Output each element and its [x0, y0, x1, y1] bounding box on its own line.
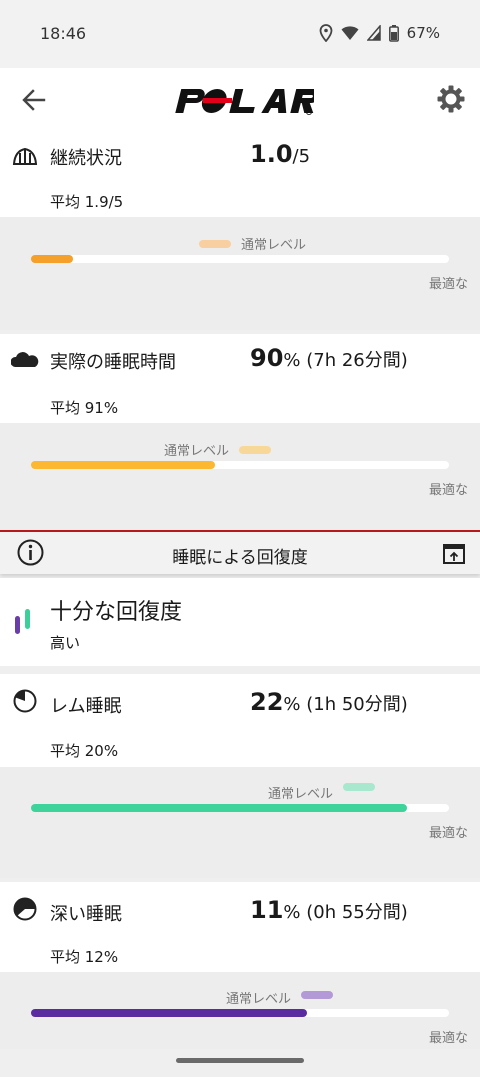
rem-sleep-normal-level: 通常レベル	[268, 782, 376, 802]
status-bar: 18:46 67%	[0, 0, 480, 68]
actual-sleep-normal-level: 通常レベル	[164, 440, 272, 459]
share-icon[interactable]	[443, 544, 465, 564]
actual-sleep-value-main: 90	[250, 344, 284, 372]
actual-sleep-title: 実際の睡眠時間	[50, 352, 176, 373]
sleep-recovery-header: 睡眠による回復度	[0, 532, 480, 574]
continuity-value-suffix: /5	[292, 146, 311, 167]
deep-sleep-normal-level: 通常レベル	[226, 988, 334, 1007]
app-bar	[0, 68, 480, 132]
continuity-value-main: 1.0	[250, 140, 293, 168]
actual-sleep-gauge: 通常レベル 最適な	[0, 423, 480, 530]
battery-icon	[388, 24, 399, 42]
continuity-average: 平均 1.9/5	[50, 193, 124, 211]
signal-icon	[366, 25, 381, 41]
rem-sleep-value-main: 22	[250, 688, 284, 716]
deep-sleep-value: 11% (0h 55分間)	[250, 896, 408, 924]
continuity-fill	[31, 255, 73, 263]
continuity-gauge: 通常レベル 最適な	[0, 217, 480, 330]
status-time: 18:46	[40, 24, 87, 43]
deep-sleep-gauge: 通常レベル 最適な	[0, 972, 480, 1049]
normal-level-marker	[343, 782, 376, 791]
normal-level-marker	[239, 445, 272, 454]
actual-sleep-fill	[31, 461, 215, 469]
continuity-icon	[12, 147, 38, 165]
recovery-title: 十分な回復度	[50, 600, 183, 625]
wifi-icon	[341, 26, 359, 40]
deep-sleep-track	[31, 1009, 449, 1017]
rem-sleep-value: 22% (1h 50分間)	[250, 688, 408, 716]
continuity-normal-level: 通常レベル	[199, 234, 306, 253]
actual-sleep-average: 平均 91%	[50, 399, 119, 417]
polar-logo	[175, 89, 314, 115]
rem-sleep-icon	[13, 689, 37, 713]
gesture-nav-handle[interactable]	[176, 1058, 304, 1063]
deep-sleep-fill	[31, 1009, 307, 1017]
rem-sleep-fill	[31, 804, 408, 812]
rem-sleep-average: 平均 20%	[50, 742, 119, 760]
actual-sleep-track	[31, 461, 449, 469]
continuity-value: 1.0/5	[250, 140, 310, 168]
deep-sleep-icon	[13, 897, 37, 921]
normal-level-marker	[301, 990, 334, 999]
rem-sleep-title: レム睡眠	[50, 696, 122, 717]
deep-sleep-value-main: 11	[250, 896, 284, 924]
sleep-recovery-title: 睡眠による回復度	[172, 548, 308, 568]
back-arrow-icon[interactable]	[20, 86, 48, 114]
rem-sleep-optimal: 最適な	[428, 826, 468, 841]
continuity-title: 継続状況	[50, 148, 122, 169]
cloud-icon	[11, 352, 39, 367]
recovery-status-icon	[15, 609, 30, 634]
continuity-track	[31, 255, 449, 263]
location-icon	[319, 24, 333, 42]
battery-percent: 67%	[406, 24, 440, 42]
deep-sleep-card: 深い睡眠 11% (0h 55分間) 平均 12%	[0, 882, 480, 972]
actual-sleep-card: 実際の睡眠時間 90% (7h 26分間) 平均 91%	[0, 334, 480, 423]
continuity-optimal: 最適な	[428, 277, 468, 292]
actual-sleep-optimal: 最適な	[428, 483, 468, 498]
deep-sleep-title: 深い睡眠	[50, 904, 122, 925]
actual-sleep-value: 90% (7h 26分間)	[250, 344, 408, 372]
recovery-bar-green	[25, 609, 30, 629]
rem-sleep-track	[31, 804, 449, 812]
rem-sleep-gauge: 通常レベル 最適な	[0, 767, 480, 878]
recovery-bar-purple	[15, 616, 20, 634]
deep-sleep-average: 平均 12%	[50, 948, 119, 966]
gear-icon[interactable]	[436, 84, 466, 114]
status-icons: 67%	[319, 24, 440, 42]
rem-sleep-card: レム睡眠 22% (1h 50分間) 平均 20%	[0, 674, 480, 767]
recovery-summary: 十分な回復度 高い	[0, 578, 480, 666]
recovery-level: 高い	[50, 634, 81, 652]
deep-sleep-optimal: 最適な	[428, 1031, 468, 1046]
normal-level-marker	[199, 239, 231, 248]
continuity-card: 継続状況 1.0/5 平均 1.9/5	[0, 132, 480, 217]
